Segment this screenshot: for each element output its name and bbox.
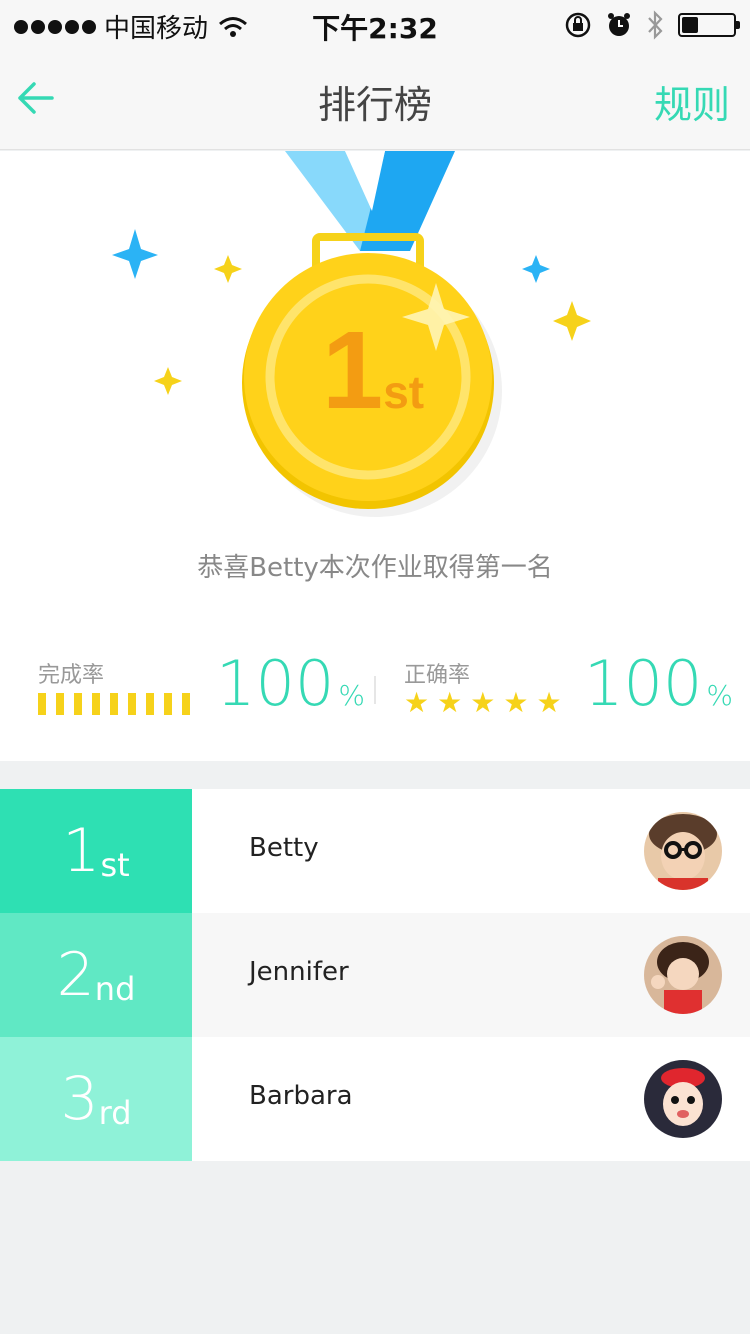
completion-unit: % — [338, 679, 365, 712]
completion-progress-bar — [38, 693, 190, 715]
status-bar: 中国移动 下午2:32 — [0, 0, 750, 50]
completion-value: 100% — [216, 647, 365, 720]
ranking-row[interactable]: 3rd Barbara — [0, 1037, 750, 1161]
avatar — [644, 936, 722, 1014]
accuracy-label: 正确率 — [404, 663, 471, 688]
ranking-list: 1st Betty 2nd Jennifer 3rd Barbara — [0, 789, 750, 1161]
nav-bar: 排行榜 规则 — [0, 50, 750, 150]
star-icon: ★ — [404, 686, 430, 719]
medal-rank: 1st — [322, 311, 424, 431]
rotation-lock-icon — [565, 12, 591, 38]
star-icon: ★ — [437, 686, 463, 719]
stats-divider — [374, 676, 376, 704]
bluetooth-icon — [648, 10, 663, 40]
achievement-hero: 1st 恭喜Betty本次作业取得第一名 完成率 100% 正确率 ★ ★ ★ … — [0, 151, 750, 761]
accuracy-value: 100% — [584, 647, 733, 720]
medal-rank-suffix: st — [383, 366, 425, 418]
status-right — [564, 10, 740, 40]
battery-icon — [678, 13, 740, 37]
completion-label: 完成率 — [38, 663, 105, 688]
ranking-row[interactable]: 1st Betty — [0, 789, 750, 913]
rank-number: 3 — [60, 1064, 99, 1134]
alarm-icon — [608, 13, 630, 36]
avatar — [644, 1060, 722, 1138]
student-name: Betty — [249, 833, 319, 863]
rank-suffix: rd — [98, 1094, 132, 1132]
rank-badge: 3rd — [0, 1037, 192, 1161]
completion-value-number: 100 — [216, 647, 335, 720]
avatar — [644, 812, 722, 890]
star-icon: ★ — [470, 686, 496, 719]
student-name: Barbara — [249, 1081, 353, 1111]
star-icon: ★ — [536, 686, 562, 719]
rules-button[interactable]: 规则 — [654, 74, 730, 129]
rank-suffix: st — [100, 846, 130, 884]
congrats-message: 恭喜Betty本次作业取得第一名 — [197, 553, 553, 583]
medal-rank-number: 1 — [322, 309, 384, 432]
accuracy-stars: ★ ★ ★ ★ ★ — [404, 689, 562, 717]
page-title: 排行榜 — [317, 83, 432, 127]
accuracy-unit: % — [706, 679, 733, 712]
rank-number: 2 — [56, 940, 95, 1010]
accuracy-value-number: 100 — [584, 647, 703, 720]
rank-number: 1 — [62, 816, 101, 886]
star-icon: ★ — [503, 686, 529, 719]
rank-suffix: nd — [94, 970, 136, 1008]
rank-badge: 2nd — [0, 913, 192, 1037]
rank-badge: 1st — [0, 789, 192, 913]
ranking-row[interactable]: 2nd Jennifer — [0, 913, 750, 1037]
student-name: Jennifer — [249, 957, 349, 987]
